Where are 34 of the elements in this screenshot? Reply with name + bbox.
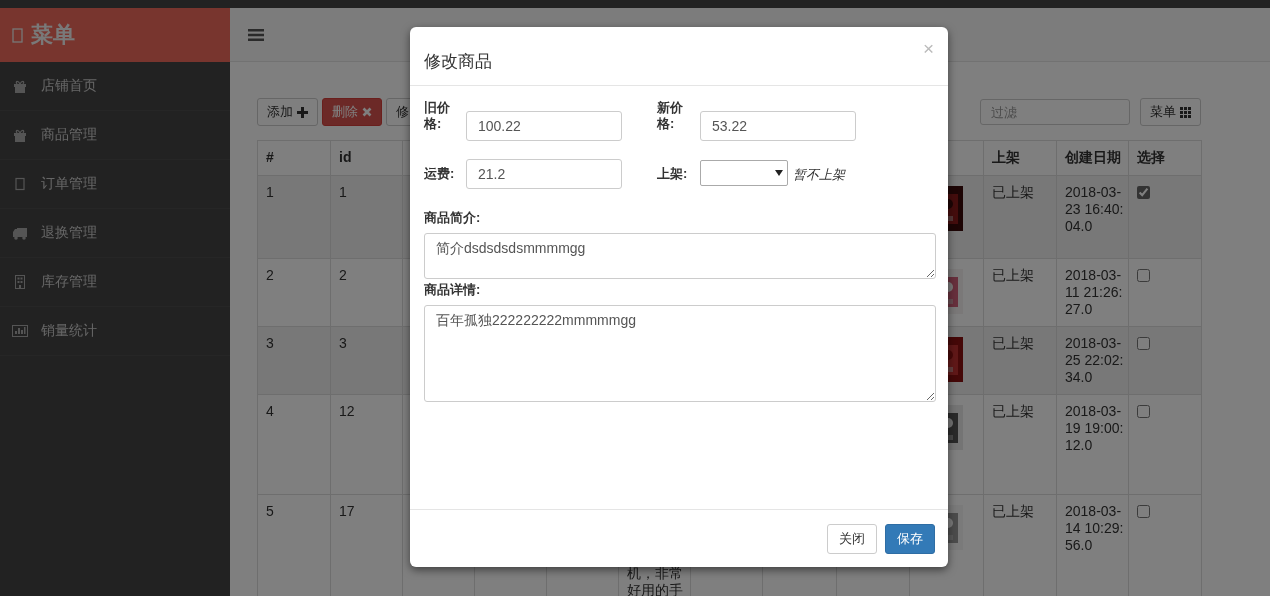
- table-cell: 已上架: [992, 267, 1034, 283]
- table-cell: 1: [266, 184, 274, 200]
- form-label: 商品简介:: [424, 209, 481, 227]
- table-cell: 2018-03-23 16:40:04.0: [1065, 184, 1125, 235]
- shelf-status-note: 暂不上架: [793, 166, 845, 184]
- table-cell: 3: [266, 335, 274, 351]
- table-cell: 已上架: [992, 184, 1034, 200]
- table-cell: 12: [339, 403, 355, 419]
- column-header: 上架: [983, 140, 1057, 176]
- table-cell: 已上架: [992, 403, 1034, 419]
- table-cell: 已上架: [992, 503, 1034, 519]
- column-header: 选择: [1128, 140, 1202, 176]
- column-header: 创建日期: [1056, 140, 1129, 176]
- table-cell: 2018-03-14 10:29:56.0: [1065, 503, 1125, 554]
- table-cell: 17: [339, 503, 355, 519]
- table-cell: 1: [339, 184, 347, 200]
- table-cell: 2: [266, 267, 274, 283]
- form-label: 旧价格:: [424, 100, 451, 132]
- table-cell: 5: [266, 503, 274, 519]
- table-cell: 4: [266, 403, 274, 419]
- column-header: id: [330, 140, 403, 176]
- column-header: #: [257, 140, 331, 176]
- form-label: 商品详情:: [424, 281, 481, 299]
- sidebar-title: 菜单: [31, 21, 75, 49]
- form-label: 新价格:: [657, 100, 684, 132]
- table-cell: 2: [339, 267, 347, 283]
- form-label: 运费:: [424, 166, 456, 182]
- table-cell: 2018-03-25 22:02:34.0: [1065, 335, 1125, 386]
- table-cell: 3: [339, 335, 347, 351]
- table-cell: 2018-03-19 19:00:12.0: [1065, 403, 1125, 454]
- table-cell: 已上架: [992, 335, 1034, 351]
- dialog-title: 修改商品: [424, 50, 492, 73]
- form-label: 上架:: [657, 166, 689, 182]
- table-cell-text: 2018-03-11 21:26:27.0: [1065, 267, 1124, 318]
